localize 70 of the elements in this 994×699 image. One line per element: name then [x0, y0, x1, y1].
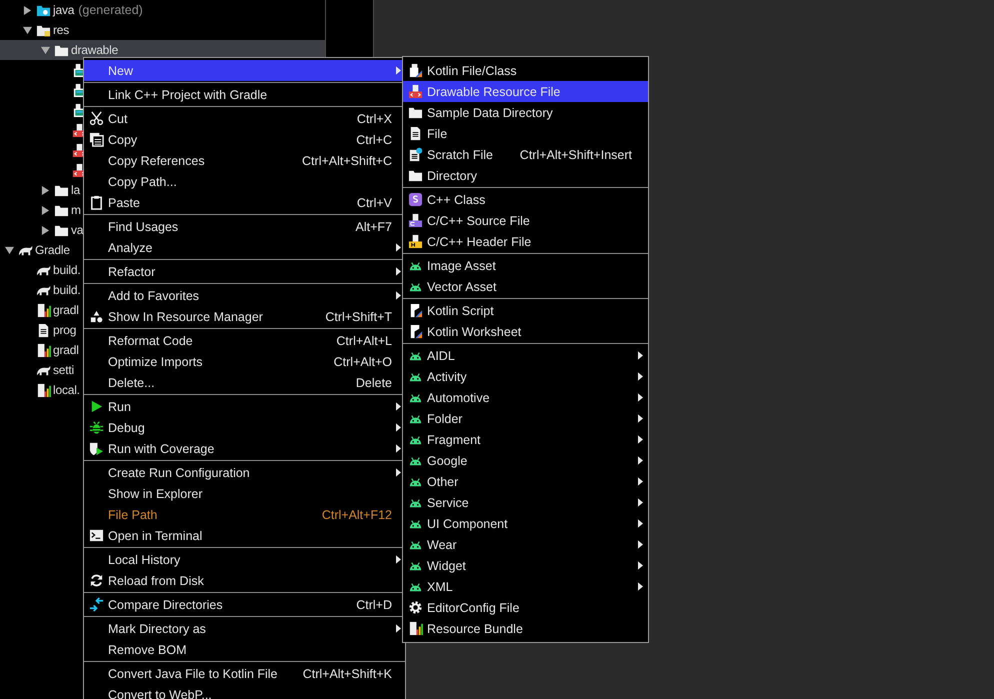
- shortcut-label: Ctrl+Alt+O: [334, 354, 392, 368]
- shortcut-label: Ctrl+Alt+Shift+C: [302, 154, 392, 168]
- menu-item-label: Wear: [427, 538, 458, 552]
- menu-item-label: Copy: [108, 132, 138, 146]
- shortcut-label: Ctrl+Alt+Shift+Insert: [520, 148, 632, 162]
- menu-item-label: C++ Class: [427, 192, 486, 206]
- menu-item-label: File: [427, 126, 448, 140]
- menu-item-label: UI Component: [427, 516, 509, 530]
- shortcut-label: Delete: [356, 376, 392, 390]
- menu-item-label: Refactor: [108, 264, 156, 278]
- menu-item-label: Reload from Disk: [108, 574, 205, 588]
- shortcut-label: Ctrl+X: [356, 112, 392, 126]
- tree-item-note: (generated): [78, 3, 143, 17]
- menu-item-label: Drawable Resource File: [427, 84, 562, 98]
- menu-item-label: Analyze: [108, 240, 154, 254]
- shortcut-label: Ctrl+D: [356, 598, 392, 612]
- menu-item-label: Find Usages: [108, 220, 180, 234]
- shortcut-label: Ctrl+Alt+Shift+K: [302, 666, 392, 680]
- menu-item-label: Kotlin File/Class: [427, 64, 518, 78]
- menu-item-label: C/C++ Header File: [427, 234, 532, 248]
- menu-item-label: Optimize Imports: [108, 354, 204, 368]
- menu-item-label: Fragment: [427, 432, 482, 446]
- menu-item-label: Add to Favorites: [108, 288, 200, 302]
- menu-item-label: Kotlin Script: [427, 304, 495, 318]
- menu-item-label: Activity: [427, 370, 468, 384]
- shortcut-label: Ctrl+V: [356, 196, 392, 210]
- menu-item-label: Scratch File: [427, 148, 494, 162]
- menu-item-label: Reformat Code: [108, 334, 194, 348]
- menu-item-label: Run with Coverage: [108, 442, 216, 456]
- menu-item-label: Sample Data Directory: [427, 106, 554, 120]
- menu-item-label: Kotlin Worksheet: [427, 324, 522, 338]
- menu-item-label: Run: [108, 400, 132, 414]
- menu-item-label: Cut: [108, 112, 128, 126]
- menu-item-label: Automotive: [427, 390, 491, 404]
- shortcut-label: Ctrl+Alt+L: [336, 334, 392, 348]
- shortcut-label: Ctrl+Alt+F12: [322, 508, 392, 522]
- menu-item-label: File Path: [108, 508, 158, 522]
- menu-item-label: Convert to WebP...: [108, 688, 213, 699]
- menu-item-label: Copy References: [108, 154, 206, 168]
- menu-item-label: Folder: [427, 412, 464, 426]
- menu-item-label: Vector Asset: [427, 280, 498, 294]
- menu-item-label: Link C++ Project with Gradle: [108, 88, 268, 102]
- menu-item-label: Compare Directories: [108, 598, 224, 612]
- menu-item-label: Open in Terminal: [108, 528, 204, 542]
- menu-item-label: Convert Java File to Kotlin File: [108, 666, 279, 680]
- menu-item-label: Directory: [427, 168, 478, 182]
- menu-item-label: Paste: [108, 196, 141, 210]
- menu-item-label: EditorConfig File: [427, 600, 520, 614]
- menu-item-label: AIDL: [427, 348, 456, 362]
- menu-item-label: XML: [427, 580, 454, 594]
- shortcut-label: Ctrl+C: [356, 132, 392, 146]
- menu-item-label: Local History: [108, 552, 182, 566]
- shortcut-label: Ctrl+Shift+T: [325, 310, 392, 324]
- menu-item-label: Resource Bundle: [427, 622, 524, 636]
- menu-item-label: Debug: [108, 420, 146, 434]
- menu-item-label: Service: [427, 496, 470, 510]
- menu-item-label: Mark Directory as: [108, 622, 207, 636]
- shortcut-label: Alt+F7: [356, 220, 392, 234]
- menu-item-label: Other: [427, 474, 460, 488]
- menu-item-label: Remove BOM: [108, 642, 188, 656]
- menu-item-label: Show In Resource Manager: [108, 310, 264, 324]
- menu-item-label: Widget: [427, 558, 467, 572]
- menu-item-label: Delete...: [108, 376, 156, 390]
- menu-item-label: C/C++ Source File: [427, 214, 531, 228]
- menu-item-label: Copy Path...: [108, 174, 178, 188]
- menu-item-label: Show in Explorer: [108, 486, 204, 500]
- menu-item-label: Google: [427, 454, 468, 468]
- menu-item-label: Image Asset: [427, 258, 497, 272]
- menu-item-label: New: [108, 64, 134, 78]
- menu-item-label: Create Run Configuration: [108, 466, 251, 480]
